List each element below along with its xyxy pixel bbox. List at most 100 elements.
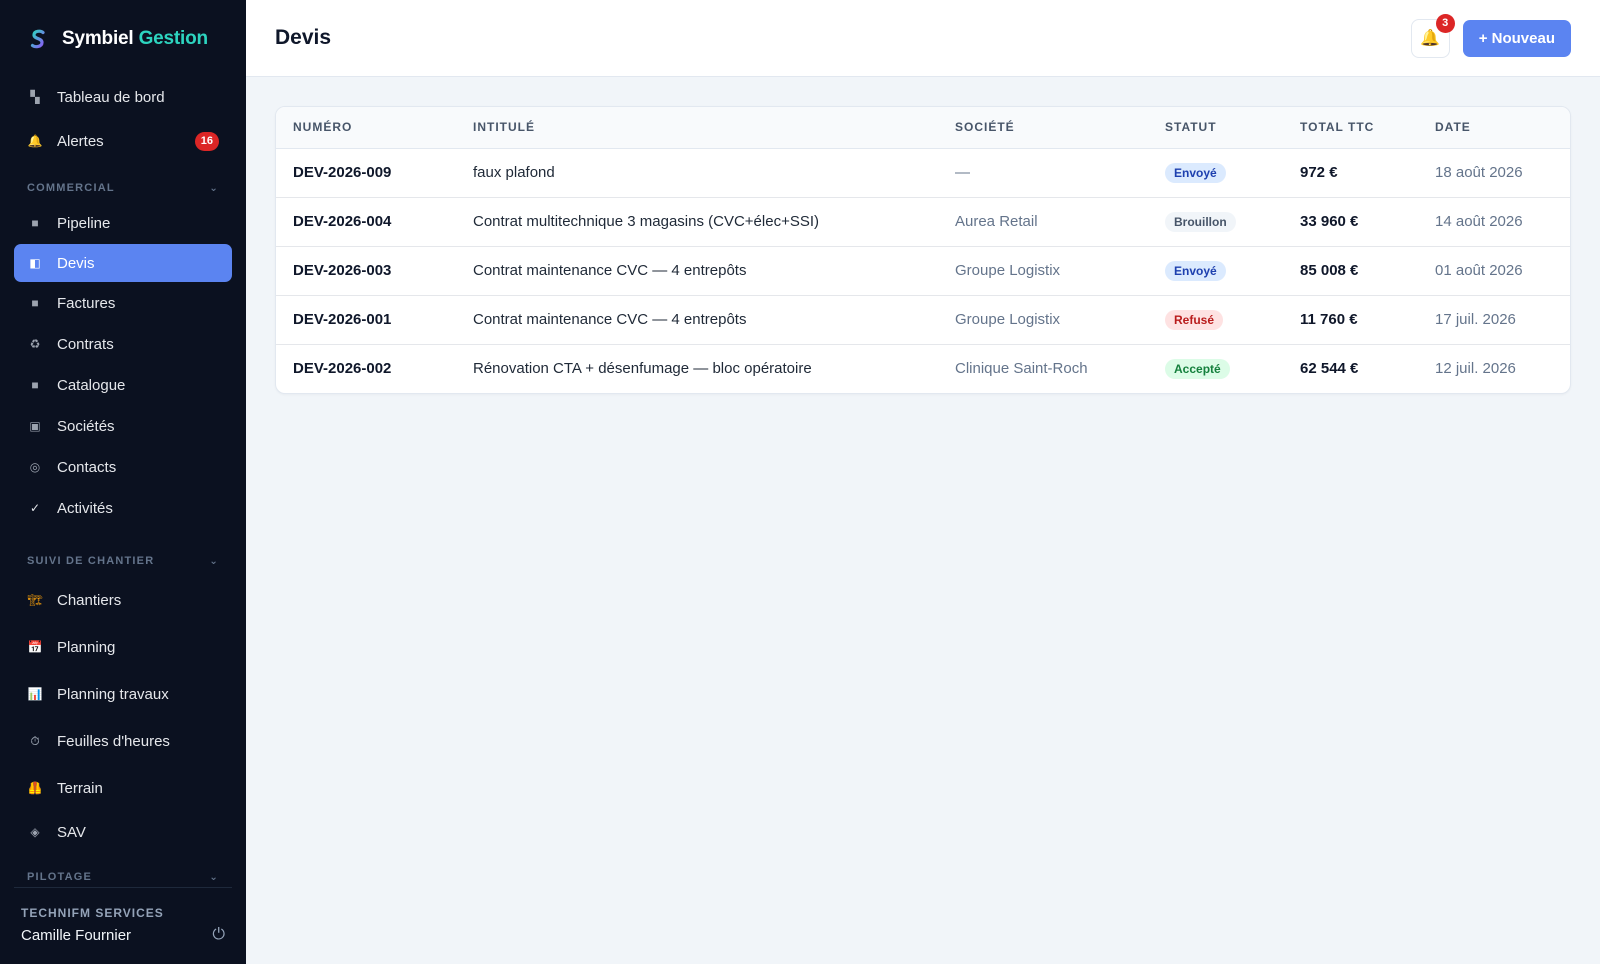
cell-intitule: faux plafond: [456, 148, 938, 198]
quotes-table-card: NUMÉRO INTITULÉ SOCIÉTÉ STATUT TOTAL TTC…: [275, 106, 1571, 394]
chevron-down-icon: ⌄: [209, 182, 219, 194]
power-icon[interactable]: ⏻: [212, 926, 225, 944]
brand-name-2: Gestion: [138, 28, 209, 49]
square-icon: ■: [31, 378, 39, 392]
cell-total: 62 544 €: [1300, 360, 1359, 378]
chevron-down-icon: ⌄: [209, 871, 219, 883]
sidebar-item-chantiers[interactable]: 🏗 Chantiers: [14, 581, 232, 619]
notification-count-badge: 3: [1435, 13, 1455, 33]
brand-name-1: Symbiel: [62, 28, 134, 49]
square-icon: ■: [31, 216, 39, 230]
cell-total: 33 960 €: [1283, 197, 1418, 247]
table-row[interactable]: DEV-2026-001 Contrat maintenance CVC — 4…: [276, 295, 1570, 345]
sidebar-item-label: SAV: [57, 823, 86, 841]
sidebar-item-label: Contrats: [57, 335, 114, 353]
section-suivi-de-chantier[interactable]: SUIVI DE CHANTIER ⌄: [14, 545, 232, 577]
sidebar-item-label: Feuilles d'heures: [57, 732, 170, 750]
column-header-total[interactable]: TOTAL TTC: [1283, 107, 1418, 149]
status-badge: Envoyé: [1165, 162, 1226, 183]
sidebar-item-label: Catalogue: [57, 376, 126, 394]
logo-icon: [26, 27, 50, 51]
bell-icon: 🔔: [1420, 30, 1441, 47]
square-icon: ■: [31, 296, 39, 310]
cell-statut: Refusé: [1148, 295, 1283, 345]
column-header-statut[interactable]: STATUT: [1148, 107, 1283, 149]
table-row[interactable]: DEV-2026-002 Rénovation CTA + désenfumag…: [276, 344, 1570, 393]
cell-numero: DEV-2026-003: [276, 246, 456, 296]
column-header-numero[interactable]: NUMÉRO: [276, 107, 456, 149]
table-row[interactable]: DEV-2026-004 Contrat multitechnique 3 ma…: [276, 197, 1570, 247]
sidebar-footer: TECHNIFM SERVICES Camille Fournier ⏻: [14, 887, 232, 964]
cell-total: 11 760 €: [1283, 295, 1418, 345]
cell-societe: Aurea Retail: [938, 197, 1148, 247]
sidebar-item-label: Contacts: [57, 458, 117, 476]
cell-intitule: Contrat maintenance CVC — 4 entrepôts: [456, 246, 938, 296]
sidebar-item-catalogue[interactable]: ■ Catalogue: [14, 366, 232, 404]
sidebar-item-devis[interactable]: ◧ Devis: [14, 244, 232, 282]
cell-total: 972 €: [1283, 148, 1418, 198]
column-header-intitule[interactable]: INTITULÉ: [456, 107, 938, 149]
sidebar-item-pipeline[interactable]: ■ Pipeline: [14, 204, 232, 242]
check-icon: ✓: [29, 501, 41, 515]
cell-total: 85 008 €: [1283, 246, 1418, 296]
cell-statut: Envoyé: [1148, 246, 1283, 296]
sidebar-item-planning-travaux[interactable]: 📊 Planning travaux: [14, 675, 232, 713]
sidebar-item-contrats[interactable]: ♻ Contrats: [14, 325, 232, 363]
brand[interactable]: Symbiel Gestion: [0, 0, 246, 78]
sidebar: Symbiel Gestion ▚ Tableau de bord 🔔 Aler…: [0, 0, 246, 964]
cell-numero: DEV-2026-004: [276, 197, 456, 247]
cell-societe: Groupe Logistix: [938, 246, 1148, 296]
table-row[interactable]: DEV-2026-003 Contrat maintenance CVC — 4…: [276, 246, 1570, 296]
recycle-icon: ♻: [29, 337, 41, 351]
topbar: Devis 🔔 3 + Nouveau: [246, 0, 1600, 77]
main-area: Devis 🔔 3 + Nouveau NUMÉRO INTITULÉ SOCI…: [246, 0, 1600, 964]
sidebar-nav: ▚ Tableau de bord 🔔 Alertes 16 COMMERCIA…: [0, 78, 246, 893]
cell-intitule: Contrat multitechnique 3 magasins (CVC+é…: [456, 197, 938, 247]
cell-date: 17 juil. 2026: [1418, 295, 1570, 345]
diamond-icon: ◈: [30, 825, 40, 839]
bell-icon: 🔔: [27, 134, 43, 148]
sidebar-item-planning[interactable]: 📅 Planning: [14, 628, 232, 666]
status-badge: Envoyé: [1165, 260, 1226, 281]
column-header-societe[interactable]: SOCIÉTÉ: [938, 107, 1148, 149]
vest-icon: 🦺: [27, 781, 43, 795]
sidebar-item-label: Pipeline: [57, 214, 111, 232]
sidebar-item-societes[interactable]: ▣ Sociétés: [14, 407, 232, 445]
sidebar-item-label: Planning travaux: [57, 685, 169, 703]
sidebar-item-feuilles-d-heures[interactable]: ⏱ Feuilles d'heures: [14, 722, 232, 760]
sidebar-item-terrain[interactable]: 🦺 Terrain: [14, 769, 232, 807]
sidebar-item-tableau-de-bord[interactable]: ▚ Tableau de bord: [14, 78, 232, 116]
page-title: Devis: [275, 26, 332, 49]
cell-societe: Groupe Logistix: [938, 295, 1148, 345]
sidebar-item-sav[interactable]: ◈ SAV: [14, 813, 232, 851]
sidebar-item-label: Factures: [57, 294, 116, 312]
sidebar-item-label: Activités: [57, 499, 113, 517]
notifications-button[interactable]: 🔔 3: [1410, 13, 1455, 58]
sidebar-item-alertes[interactable]: 🔔 Alertes 16: [14, 122, 232, 160]
section-title: COMMERCIAL: [27, 182, 115, 194]
crane-icon: 🏗: [27, 593, 43, 607]
sidebar-item-label: Sociétés: [57, 417, 115, 435]
table-row[interactable]: DEV-2026-009 faux plafond — Envoyé 972 €…: [276, 148, 1570, 198]
sidebar-item-activites[interactable]: ✓ Activités: [14, 489, 232, 527]
status-badge: Accepté: [1165, 358, 1230, 379]
column-header-date[interactable]: DATE: [1418, 107, 1570, 149]
organization-name: TECHNIFM SERVICES: [21, 906, 164, 920]
sidebar-item-contacts[interactable]: ◎ Contacts: [14, 448, 232, 486]
section-commercial[interactable]: COMMERCIAL ⌄: [14, 172, 232, 204]
document-icon: ◧: [29, 256, 41, 270]
cell-date: 01 août 2026: [1418, 246, 1570, 296]
sidebar-item-factures[interactable]: ■ Factures: [14, 284, 232, 322]
alerts-count-badge: 16: [194, 131, 219, 151]
building-icon: ▣: [29, 419, 41, 433]
cell-societe: —: [938, 148, 1148, 198]
section-title: PILOTAGE: [27, 871, 93, 883]
table-header-row: NUMÉRO INTITULÉ SOCIÉTÉ STATUT TOTAL TTC…: [276, 107, 1570, 149]
new-quote-button[interactable]: + Nouveau: [1462, 19, 1571, 57]
cell-statut: Envoyé: [1148, 148, 1283, 198]
cell-date: 12 juil. 2026: [1435, 360, 1516, 378]
sidebar-item-label: Chantiers: [57, 591, 122, 609]
sidebar-item-label: Terrain: [57, 779, 103, 797]
cell-intitule: Contrat maintenance CVC — 4 entrepôts: [456, 295, 938, 345]
sidebar-item-label: Tableau de bord: [57, 88, 165, 106]
